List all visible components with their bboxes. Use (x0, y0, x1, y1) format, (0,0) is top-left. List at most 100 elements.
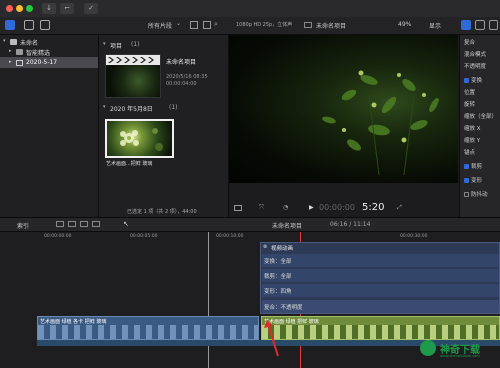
inspector-row-blend-mode[interactable]: 混合模式 (460, 49, 500, 61)
minimize-window-button[interactable] (16, 5, 23, 12)
checkmark-icon[interactable]: ✓ (84, 3, 98, 14)
video-inspector-icon[interactable] (461, 20, 471, 30)
timeline-clip[interactable]: 艺术画面 绿植 各卡 把鲜 玻璃 (37, 316, 259, 340)
video-preview[interactable] (229, 35, 458, 183)
effect-row-label: 复合：不透明度 (264, 305, 303, 311)
index-button[interactable]: 索引 (17, 221, 29, 230)
project-name: 未命名项目 (166, 59, 197, 66)
info-inspector-icon[interactable] (475, 20, 485, 30)
timeline-header: 索引 ↖ 未命名项目 06:16 / 11:14 (0, 218, 500, 232)
titles-generators-icon[interactable] (40, 20, 50, 30)
format-info: 1080p HD 25p，立体声 (236, 22, 293, 28)
timeline-clip-selected[interactable]: 艺术画面 绿植 把鲜 玻璃 (261, 316, 500, 340)
effect-row-label: 变换：全部 (264, 259, 292, 265)
inspector-row-crop[interactable]: 裁剪 (460, 161, 500, 173)
clip-browser: ▾ 项目 (1) 未命名项目 2020/5/16 08:35 00:00:04:… (99, 35, 229, 217)
inspector-row-scale-all[interactable]: 缩放（全部） (460, 111, 500, 123)
append-clip-icon[interactable] (80, 221, 88, 227)
import-icon[interactable]: ↓ (42, 3, 56, 14)
chevron-pattern-icon (108, 57, 154, 63)
overwrite-clip-icon[interactable] (92, 221, 100, 227)
library-row[interactable]: ▾ 未命名 (0, 37, 98, 47)
connect-clip-icon[interactable] (56, 221, 64, 227)
audio-inspector-icon[interactable] (489, 20, 498, 30)
library-name: 未命名 (20, 40, 39, 47)
inspector-label: 不透明度 (464, 64, 487, 70)
group-count: (1) (131, 41, 140, 48)
inspector-row-distort[interactable]: 变形 (460, 175, 500, 187)
transform-tool-icon[interactable]: ⤧ (259, 204, 264, 212)
sidebar-item-event[interactable]: ▸ 2020-5-17 (0, 57, 98, 68)
inspector-label: 混合模式 (464, 52, 487, 58)
effect-row[interactable]: 复合：不透明度 (262, 300, 499, 313)
timeline-ruler[interactable]: 00:00:00:00 00:00:05:00 00:00:10:00 00:0… (0, 232, 500, 242)
filmstrip-view-icon[interactable] (190, 21, 198, 29)
view-options-icon[interactable] (234, 205, 242, 211)
main-toolbar: 所有片段 ⌄ ⌕ 1080p HD 25p，立体声 未命名项目 49% 显示 (0, 17, 500, 35)
libraries-icon[interactable] (5, 20, 15, 30)
group-header: 2020 年5月8日 (110, 106, 153, 113)
close-window-button[interactable] (6, 5, 13, 12)
inspector-row-anchor[interactable]: 锚点 (460, 147, 500, 159)
inspector-row-rotation[interactable]: 旋转 (460, 99, 500, 111)
inspector-row-scale-x[interactable]: 缩放 X (460, 123, 500, 135)
photos-audio-icon[interactable] (24, 20, 34, 30)
viewer: ⤧ ◔ ▶ 00:00:00 5:20 ⤢ (229, 35, 458, 217)
flower-icon (120, 128, 163, 151)
close-icon[interactable]: ⊗ (263, 244, 267, 250)
list-view-icon[interactable] (203, 21, 211, 29)
checkbox-checked-icon[interactable] (464, 164, 469, 169)
search-icon[interactable]: ⌕ (214, 20, 218, 29)
inspector-label: 位置 (464, 90, 476, 96)
checkbox-checked-icon[interactable] (464, 178, 469, 183)
disclosure-open-icon: ▾ (103, 41, 106, 47)
fullscreen-icon[interactable]: ⤢ (397, 204, 402, 212)
timecode-prefix: 00:00:00 (319, 203, 355, 212)
video-animation-editor[interactable]: ⊗ 视频动画 变换：全部 裁剪：全部 变形：四角 复合：不透明度 (260, 242, 500, 314)
zoom-window-button[interactable] (26, 5, 33, 12)
title-bar: ↓ ⌐ ✓ (0, 0, 500, 18)
folder-icon (16, 49, 23, 55)
display-dropdown[interactable]: 显示 (429, 21, 441, 30)
effect-row[interactable]: 变换：全部 (262, 254, 499, 267)
checkbox-checked-icon[interactable] (464, 78, 469, 83)
inspector-row-position[interactable]: 位置 (460, 87, 500, 99)
inspector-row-stabilization[interactable]: 防抖动 (460, 189, 500, 201)
clip-title: 艺术画面 绿植 各卡 把鲜 玻璃 (40, 319, 107, 325)
clip-filter-dropdown[interactable]: 所有片段 (148, 21, 172, 30)
insert-clip-icon[interactable] (68, 221, 76, 227)
inspector-row-compositing: 复合 (460, 37, 500, 49)
inspector-label: 旋转 (464, 102, 476, 108)
select-tool-icon[interactable]: ↖ (123, 220, 129, 228)
browser-status: 已选定 1 项（共 2 项），44:00 (127, 209, 197, 215)
effect-row[interactable]: 裁剪：全部 (262, 269, 499, 282)
viewer-project-title: 未命名项目 (316, 23, 347, 30)
keywords-icon[interactable]: ⌐ (60, 3, 74, 14)
effect-row[interactable]: 变形：四角 (262, 284, 499, 297)
watermark-logo-icon (420, 340, 436, 356)
checkbox-unchecked-icon[interactable] (464, 192, 469, 197)
inspector-label: 裁剪 (471, 164, 483, 170)
clip-filmstrip (262, 325, 499, 339)
project-thumbnail[interactable] (105, 54, 161, 98)
library-sidebar: ▾ 未命名 ▸ 智能精选 ▸ 2020-5-17 (0, 35, 99, 217)
inspector-row-opacity[interactable]: 不透明度 (460, 61, 500, 73)
animation-header: 视频动画 (271, 246, 294, 252)
inspector-row-transform[interactable]: 变换 (460, 75, 500, 87)
inspector-label: 变换 (471, 78, 483, 84)
inspector-label: 缩放（全部） (464, 114, 498, 120)
sidebar-item-smart-collections[interactable]: ▸ 智能精选 (0, 47, 98, 57)
inspector-label: 锚点 (464, 150, 476, 156)
chevron-down-icon: ⌄ (176, 20, 182, 27)
inspector-row-scale-y[interactable]: 缩放 Y (460, 135, 500, 147)
timecode-display[interactable]: 5:20 (362, 202, 384, 213)
event-icon (16, 60, 23, 66)
red-arrow-annotation (264, 320, 279, 357)
inspector-label: 变形 (471, 178, 483, 184)
sidebar-item-label: 2020-5-17 (26, 59, 58, 66)
speed-icon[interactable]: ◔ (283, 204, 288, 211)
inspector-label: 防抖动 (471, 192, 488, 198)
play-icon[interactable]: ▶ (309, 204, 314, 211)
zoom-dropdown[interactable]: 49% (398, 21, 411, 28)
clip-thumbnail[interactable] (105, 119, 174, 158)
